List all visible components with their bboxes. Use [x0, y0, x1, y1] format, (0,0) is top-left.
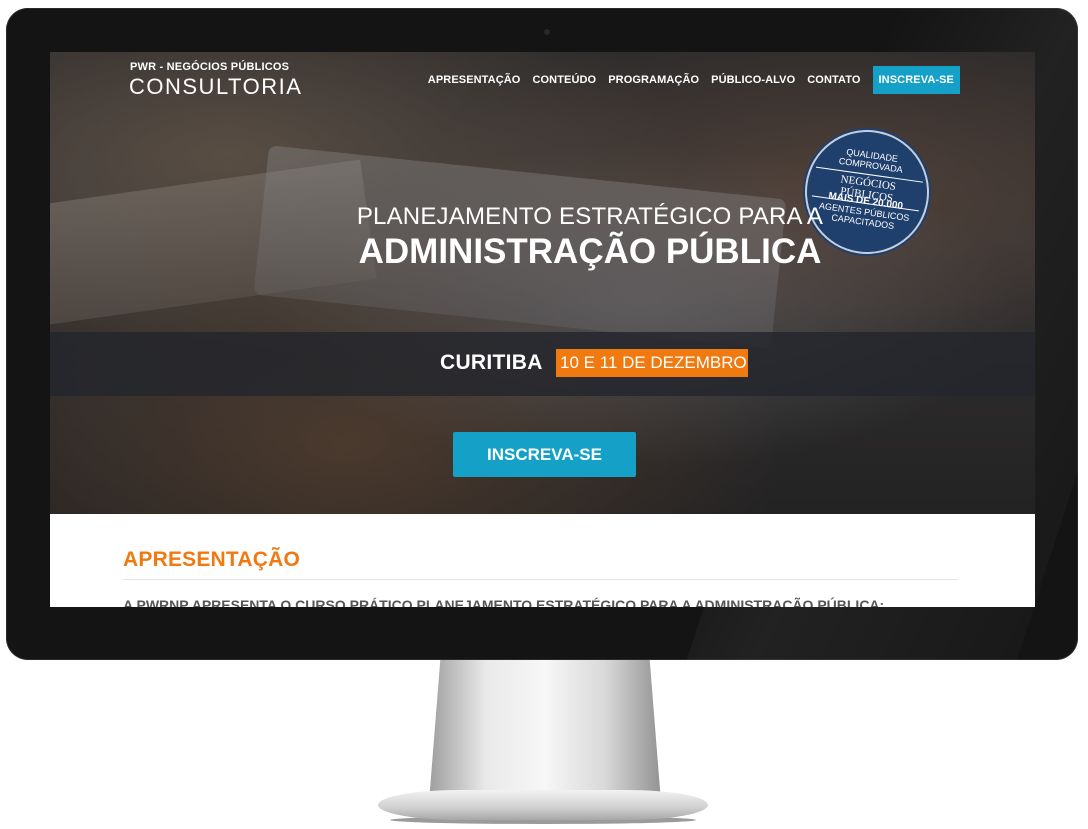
- section-intro-text: A PWRNP APRESENTA O CURSO PRÁTICO PLANEJ…: [123, 597, 885, 607]
- nav-inscreva-se-button[interactable]: INSCREVA-SE: [872, 66, 960, 94]
- event-city: CURITIBA: [440, 351, 543, 374]
- monitor-stand: [428, 660, 662, 810]
- main-nav: APRESENTAÇÃO CONTEÚDO PROGRAMAÇÃO PÚBLIC…: [416, 66, 960, 94]
- section-divider: [123, 579, 958, 580]
- camera-icon: [544, 29, 550, 35]
- website-screen: PWR - NEGÓCIOS PÚBLICOS CONSULTORIA APRE…: [50, 52, 1035, 607]
- section-title: APRESENTAÇÃO: [123, 548, 301, 571]
- nav-contato[interactable]: CONTATO: [807, 74, 860, 86]
- hero-headline-line2: ADMINISTRAÇÃO PÚBLICA: [358, 232, 822, 271]
- event-date-badge: 10 E 11 DE DEZEMBRO: [556, 349, 748, 377]
- nav-programacao[interactable]: PROGRAMAÇÃO: [608, 74, 699, 86]
- monitor-base: [378, 790, 708, 820]
- brand-logo[interactable]: CONSULTORIA: [129, 74, 302, 100]
- hero-inscreva-se-button[interactable]: INSCREVA-SE: [453, 432, 636, 477]
- nav-conteudo[interactable]: CONTEÚDO: [532, 74, 596, 86]
- hero-headline-line1: PLANEJAMENTO ESTRATÉGICO PARA A: [356, 203, 824, 230]
- nav-publico-alvo[interactable]: PÚBLICO-ALVO: [711, 74, 795, 86]
- brand-subtitle: PWR - NEGÓCIOS PÚBLICOS: [130, 61, 290, 73]
- hero-section: PWR - NEGÓCIOS PÚBLICOS CONSULTORIA APRE…: [50, 52, 1035, 514]
- nav-apresentacao[interactable]: APRESENTAÇÃO: [428, 74, 521, 86]
